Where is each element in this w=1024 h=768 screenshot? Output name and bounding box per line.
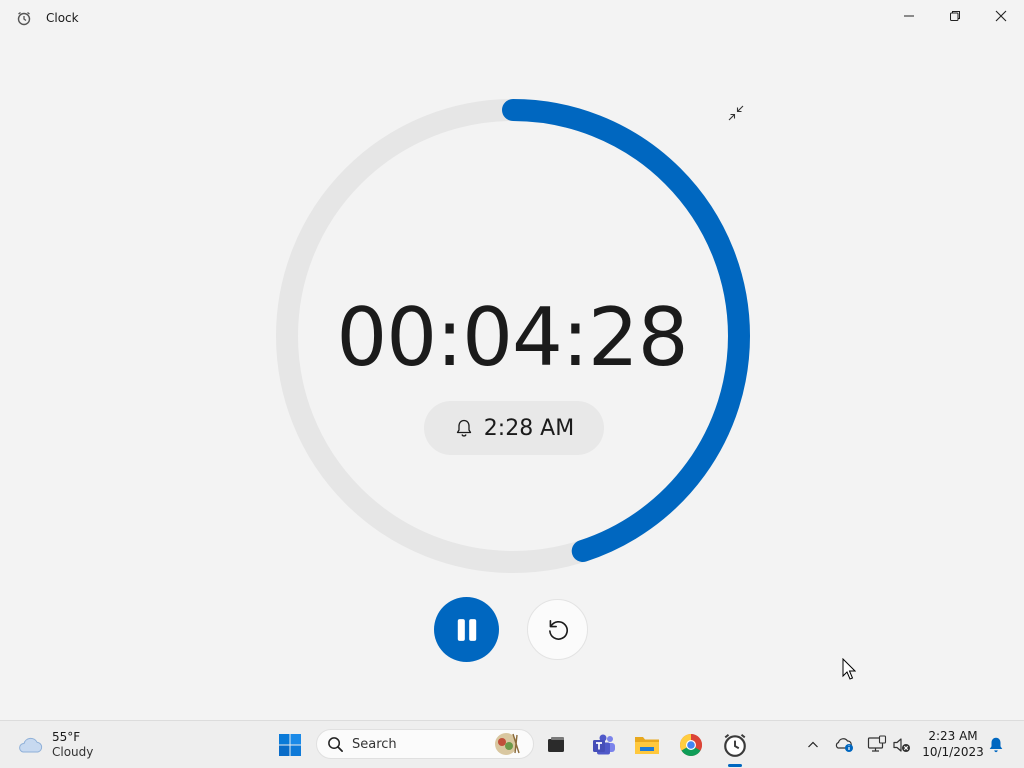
clock-app-icon — [16, 10, 32, 26]
active-app-indicator — [728, 764, 742, 767]
monitor-network-icon — [867, 735, 887, 752]
weather-temperature: 55°F — [52, 730, 81, 744]
taskbar-search[interactable]: Search — [316, 729, 534, 759]
task-view-icon — [548, 737, 564, 752]
taskbar-teams[interactable] — [588, 729, 620, 761]
weather-widget[interactable]: 55°F Cloudy — [16, 729, 93, 761]
timer-remaining: 00:04:28 — [336, 291, 688, 384]
speaker-muted-icon — [893, 738, 910, 752]
alarm-time-text: 2:28 AM — [483, 415, 575, 441]
cloud-icon — [19, 737, 43, 753]
close-button[interactable] — [978, 0, 1024, 32]
weather-condition: Cloudy — [52, 745, 94, 759]
alarm-time-badge: 2:28 AM — [424, 401, 604, 455]
taskbar: 55°F Cloudy Search 2:23 AM 10/1/2023 — [0, 720, 1024, 768]
close-icon — [995, 10, 1007, 22]
taskbar-clock-app[interactable] — [719, 729, 751, 761]
tray-volume[interactable] — [892, 735, 912, 755]
start-button[interactable] — [274, 729, 306, 761]
notification-bell-icon — [989, 737, 1003, 753]
search-placeholder: Search — [352, 736, 397, 752]
taskbar-task-view[interactable] — [540, 729, 572, 761]
pause-icon — [457, 618, 476, 641]
bell-icon — [456, 419, 471, 437]
cloud-info-icon — [835, 738, 853, 752]
system-clock[interactable]: 2:23 AM 10/1/2023 — [920, 728, 986, 760]
teams-icon — [593, 734, 615, 755]
windows-logo-icon — [279, 734, 301, 756]
taskbar-chrome[interactable] — [675, 729, 707, 761]
tray-onedrive[interactable] — [835, 735, 855, 755]
notifications-button[interactable] — [986, 735, 1006, 755]
alarm-clock-icon — [724, 733, 746, 757]
reset-icon — [548, 619, 568, 640]
system-time: 2:23 AM — [928, 729, 978, 743]
chrome-icon — [680, 734, 702, 756]
mouse-pointer-icon — [842, 658, 856, 680]
pause-button[interactable] — [434, 597, 499, 662]
title-bar: Clock — [0, 0, 1024, 36]
restore-button[interactable] — [932, 0, 978, 32]
taskbar-file-explorer[interactable] — [631, 729, 663, 761]
search-highlight-icon — [495, 733, 520, 755]
search-icon — [328, 736, 343, 752]
restore-icon — [950, 11, 960, 21]
chevron-up-icon — [808, 741, 818, 748]
tray-network[interactable] — [867, 735, 887, 755]
minimize-icon — [904, 15, 914, 17]
show-hidden-icons-button[interactable] — [803, 735, 823, 755]
system-date: 10/1/2023 — [922, 745, 984, 759]
minimize-button[interactable] — [886, 0, 932, 32]
window-title: Clock — [46, 11, 79, 25]
folder-icon — [635, 737, 659, 754]
reset-button[interactable] — [527, 599, 588, 660]
